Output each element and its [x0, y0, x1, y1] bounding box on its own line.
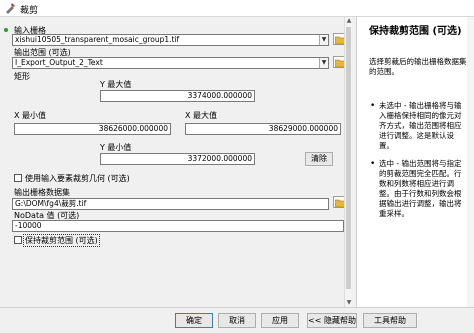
x-max-input[interactable]: 38629000.000000	[185, 123, 341, 135]
help-panel: 保持裁剪范围 (可选) 选择剪裁后的输出栅格数据集的范围。 未选中 - 输出栅格…	[356, 17, 474, 307]
help-title: 保持裁剪范围 (可选)	[369, 26, 462, 37]
hide-help-button[interactable]: << 隐藏帮助	[307, 313, 357, 328]
tool-icon	[6, 3, 15, 14]
title-bar: 裁剪	[0, 0, 474, 17]
help-scrollbar[interactable]	[467, 17, 474, 307]
help-description: 选择剪裁后的输出栅格数据集的范围。	[369, 57, 467, 76]
rectangle-label: 矩形	[14, 72, 30, 81]
y-max-label: Y 最大值	[100, 80, 132, 89]
use-features-label: 使用输入要素裁剪几何 (可选)	[25, 174, 130, 183]
tool-help-button[interactable]: 工具帮助	[363, 313, 417, 328]
chevron-down-icon[interactable]: ▼	[319, 35, 328, 45]
scroll-up-icon[interactable]: ▲	[345, 17, 353, 25]
x-min-input[interactable]: 38626000.000000	[14, 123, 171, 135]
scroll-down-icon[interactable]: ▼	[345, 299, 353, 307]
help-list: 未选中 - 输出栅格将与输入栅格保持相同的像元对齐方式，输出范围将相应进行调整。…	[370, 101, 467, 227]
x-max-label: X 最大值	[185, 111, 218, 120]
chevron-down-icon[interactable]: ▼	[319, 58, 328, 68]
use-features-checkbox[interactable]	[14, 174, 22, 182]
help-item-checked: 选中 - 输出范围将与指定的剪裁范围完全匹配。行数和列数将相应进行调整。由于行数…	[370, 159, 467, 219]
dialog-button-bar: 确定 取消 应用 << 隐藏帮助 工具帮助	[0, 307, 474, 333]
help-item-unchecked: 未选中 - 输出栅格将与输入栅格保持相同的像元对齐方式，输出范围将相应进行调整。…	[370, 101, 467, 151]
output-raster-label: 输出栅格数据集	[14, 188, 70, 197]
nodata-input[interactable]: -10000	[12, 220, 344, 232]
y-min-input[interactable]: 3372000.000000	[100, 153, 255, 165]
window-title: 裁剪	[20, 6, 39, 16]
maintain-extent-label: 保持裁剪范围 (可选)	[23, 234, 100, 247]
input-raster-value: xishui10505_transparent_mosaic_group1.ti…	[15, 35, 180, 44]
cancel-button[interactable]: 取消	[218, 313, 256, 328]
y-min-label: Y 最小值	[100, 143, 132, 152]
clear-button[interactable]: 清除	[305, 152, 333, 166]
form-scrollbar[interactable]: ▲ ▼	[344, 17, 352, 307]
required-indicator-icon	[4, 28, 8, 32]
output-extent-dropdown[interactable]: I_Export_Output_2_Text ▼	[12, 57, 329, 69]
output-raster-input[interactable]: G:\DOM\fg4\裁剪.tif	[12, 198, 329, 210]
x-min-label: X 最小值	[14, 111, 47, 120]
ok-button[interactable]: 确定	[175, 313, 213, 328]
output-extent-value: I_Export_Output_2_Text	[15, 58, 103, 67]
maintain-extent-checkbox[interactable]	[14, 236, 22, 244]
input-raster-dropdown[interactable]: xishui10505_transparent_mosaic_group1.ti…	[12, 34, 329, 46]
y-max-input[interactable]: 3374000.000000	[100, 90, 255, 102]
apply-button[interactable]: 应用	[261, 313, 299, 328]
scrollbar-thumb[interactable]	[346, 27, 351, 289]
